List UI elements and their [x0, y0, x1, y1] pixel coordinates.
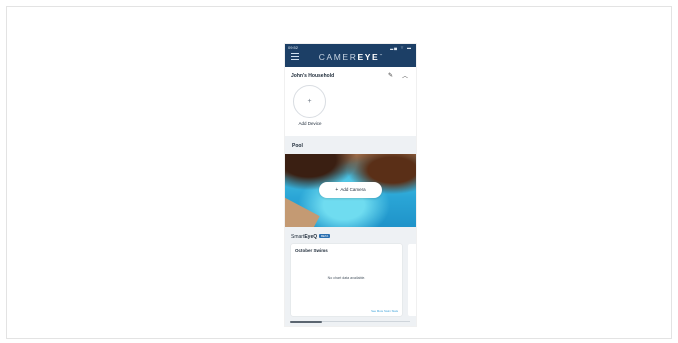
plus-icon: + [335, 187, 339, 193]
see-more-swim-stats-link[interactable]: See More Swim Stats [371, 309, 398, 313]
brand-bold: EYE [357, 52, 380, 62]
pool-header: Pool [285, 136, 416, 154]
phone-screen: 09:52 ▂▄ ⌔ ▬ CAMEREYE™ John's Household … [285, 44, 416, 326]
card-title: October Swims [295, 248, 328, 253]
brand-light: CAMER [318, 52, 358, 62]
smart-eyeq-section: SmartEyeQ BETA October Swims No chart dat… [285, 227, 416, 326]
smart-title-bold: EyeQ [304, 234, 318, 240]
carousel-scrollbar[interactable] [290, 320, 410, 323]
october-swims-card[interactable]: October Swims No chart data available. S… [291, 244, 402, 316]
no-chart-data-message: No chart data available. [327, 276, 366, 280]
smart-eyeq-title: SmartEyeQ BETA [291, 234, 331, 240]
pool-title: Pool [292, 143, 303, 149]
next-card[interactable] [408, 244, 416, 316]
household-title: John's Household [291, 73, 335, 79]
add-device-button[interactable]: + [293, 85, 326, 118]
pool-image: + Add Camera [285, 154, 416, 227]
beta-badge: BETA [319, 234, 331, 238]
smart-title-light: Smart [291, 234, 305, 240]
add-device-label: Add Device [298, 121, 322, 126]
status-time: 09:52 [288, 45, 299, 50]
screenshot-frame: 09:52 ▂▄ ⌔ ▬ CAMEREYE™ John's Household … [6, 6, 672, 339]
app-header: 09:52 ▂▄ ⌔ ▬ CAMEREYE™ [285, 44, 416, 67]
chevron-up-icon[interactable]: ︿ [402, 71, 408, 80]
add-camera-button[interactable]: + Add Camera [319, 182, 382, 198]
carousel-scroll-thumb[interactable] [290, 320, 323, 323]
status-icons: ▂▄ ⌔ ▬ [390, 45, 412, 50]
add-camera-label: Add Camera [340, 187, 366, 192]
pencil-icon[interactable]: ✎ [388, 72, 393, 79]
app-logo: CAMEREYE™ [285, 52, 416, 62]
brand-mark: ™ [379, 53, 383, 58]
pool-deck [285, 197, 320, 227]
